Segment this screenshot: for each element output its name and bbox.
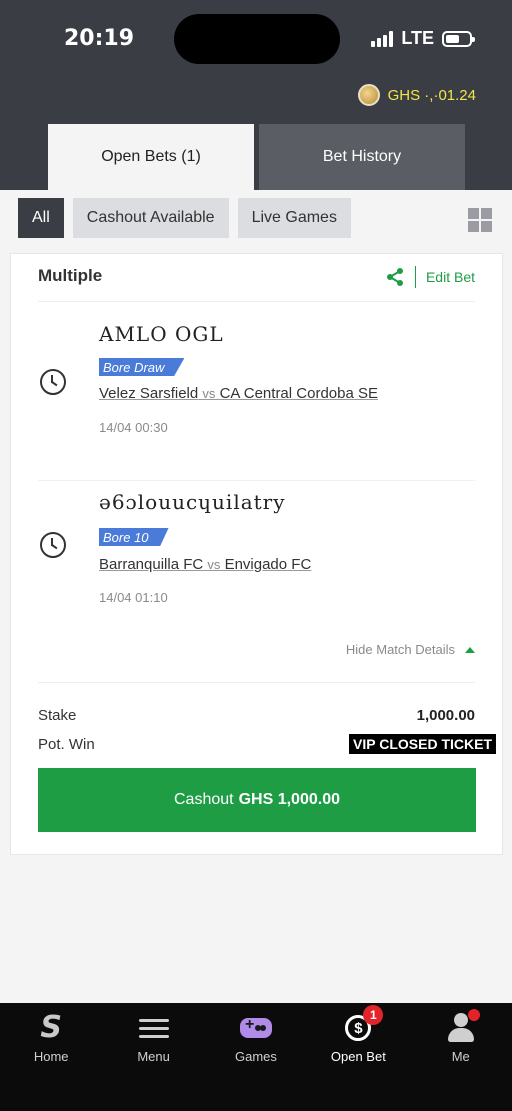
stake-value: 1,000.00 xyxy=(416,707,475,724)
divider xyxy=(38,301,475,302)
nav-me-label: Me xyxy=(451,1049,470,1064)
home-team: Velez Sarsfield xyxy=(99,385,199,402)
avatar xyxy=(357,84,380,106)
divider xyxy=(38,480,475,481)
nav-menu[interactable]: Menu xyxy=(109,1013,199,1111)
sportybet-s-icon: S xyxy=(40,1010,62,1045)
stake-label: Stake xyxy=(38,707,77,724)
nav-home-label: Home xyxy=(33,1049,69,1064)
hide-details-label: Hide Match Details xyxy=(345,642,455,657)
edit-bet-button[interactable]: Edit Bet xyxy=(426,269,475,285)
nav-games[interactable]: Games xyxy=(211,1013,301,1111)
divider xyxy=(414,266,416,288)
chevron-up-icon xyxy=(465,646,475,653)
edit-bet-group: Edit Bet xyxy=(385,266,475,288)
cashout-label: Cashout xyxy=(174,791,234,808)
kickoff-time: 14/04 00:30 xyxy=(99,420,168,435)
account-balance[interactable]: GHS ·,·01.24 xyxy=(357,84,476,106)
filter-live-games[interactable]: Live Games xyxy=(237,198,351,238)
selection-item: ə6ɔlouucɥuilatry Bore 10 Barranquilla FC… xyxy=(38,486,475,616)
nav-open-bet-label: Open Bet xyxy=(330,1049,386,1064)
bet-type-label: Multiple xyxy=(38,266,103,285)
clock-icon xyxy=(40,532,66,558)
pot-win-label: Pot. Win xyxy=(38,736,95,753)
open-bet-count-badge: 1 xyxy=(363,1005,384,1025)
hide-match-details-toggle[interactable]: Hide Match Details xyxy=(346,642,475,657)
kickoff-time: 14/04 01:10 xyxy=(99,590,168,605)
notification-dot xyxy=(467,1009,480,1021)
bet-card: Multiple Edit Bet AMLO OGL Bore Draw Vel… xyxy=(10,253,503,855)
network-label: LTE xyxy=(401,28,434,48)
nav-games-label: Games xyxy=(235,1049,277,1064)
vs-label: vs xyxy=(207,557,221,572)
status-time: 20:19 xyxy=(64,26,135,51)
pot-win-value: VIP CLOSED TICKET xyxy=(349,734,496,754)
filter-all[interactable]: All xyxy=(18,198,64,238)
selection-pick: AMLO OGL xyxy=(99,322,224,346)
nav-menu-label: Menu xyxy=(137,1049,170,1064)
match-teams[interactable]: Barranquilla FC vs Envigado FC xyxy=(99,556,311,573)
vs-label: vs xyxy=(202,386,216,401)
cashout-button[interactable]: Cashout GHS 1,000.00 xyxy=(38,768,476,832)
away-team: CA Central Cordoba SE xyxy=(219,385,378,402)
market-badge: Bore 10 xyxy=(99,528,169,546)
dynamic-island xyxy=(174,14,340,64)
market-badge: Bore Draw xyxy=(99,358,185,376)
share-icon[interactable] xyxy=(385,267,405,287)
tab-bet-history[interactable]: Bet History xyxy=(259,124,465,190)
balance-text: GHS ·,·01.24 xyxy=(387,86,476,104)
nav-home[interactable]: S Home xyxy=(6,1013,96,1111)
bottom-nav: S Home Menu Games $ 1 Open Bet Me xyxy=(0,1003,512,1111)
battery-icon xyxy=(442,30,475,47)
tab-open-bets[interactable]: Open Bets (1) xyxy=(48,124,254,190)
status-indicators: LTE xyxy=(371,28,475,49)
divider xyxy=(38,682,475,683)
filter-bar: All Cashout Available Live Games xyxy=(18,198,351,238)
grid-view-icon[interactable] xyxy=(468,208,492,232)
menu-icon xyxy=(137,1013,171,1043)
clock-icon xyxy=(40,369,66,395)
signal-icon xyxy=(371,30,394,47)
selection-pick: ə6ɔlouucɥuilatry xyxy=(99,490,286,514)
filter-cashout-available[interactable]: Cashout Available xyxy=(72,198,229,238)
nav-open-bet[interactable]: $ 1 Open Bet xyxy=(313,1005,403,1111)
cashout-icon: $ 1 xyxy=(341,1005,384,1043)
nav-me[interactable]: Me xyxy=(416,1009,506,1111)
gamepad-icon xyxy=(239,1013,273,1043)
away-team: Envigado FC xyxy=(224,556,312,573)
home-team: Barranquilla FC xyxy=(99,556,204,573)
user-icon xyxy=(444,1009,480,1043)
cashout-amount: GHS 1,000.00 xyxy=(238,791,340,808)
selection-item: AMLO OGL Bore Draw Velez Sarsfield vs CA… xyxy=(38,314,475,474)
app-header: 20:19 LTE GHS ·,·01.24 Open Bets (1) Bet… xyxy=(0,0,512,190)
match-teams[interactable]: Velez Sarsfield vs CA Central Cordoba SE xyxy=(99,385,378,402)
